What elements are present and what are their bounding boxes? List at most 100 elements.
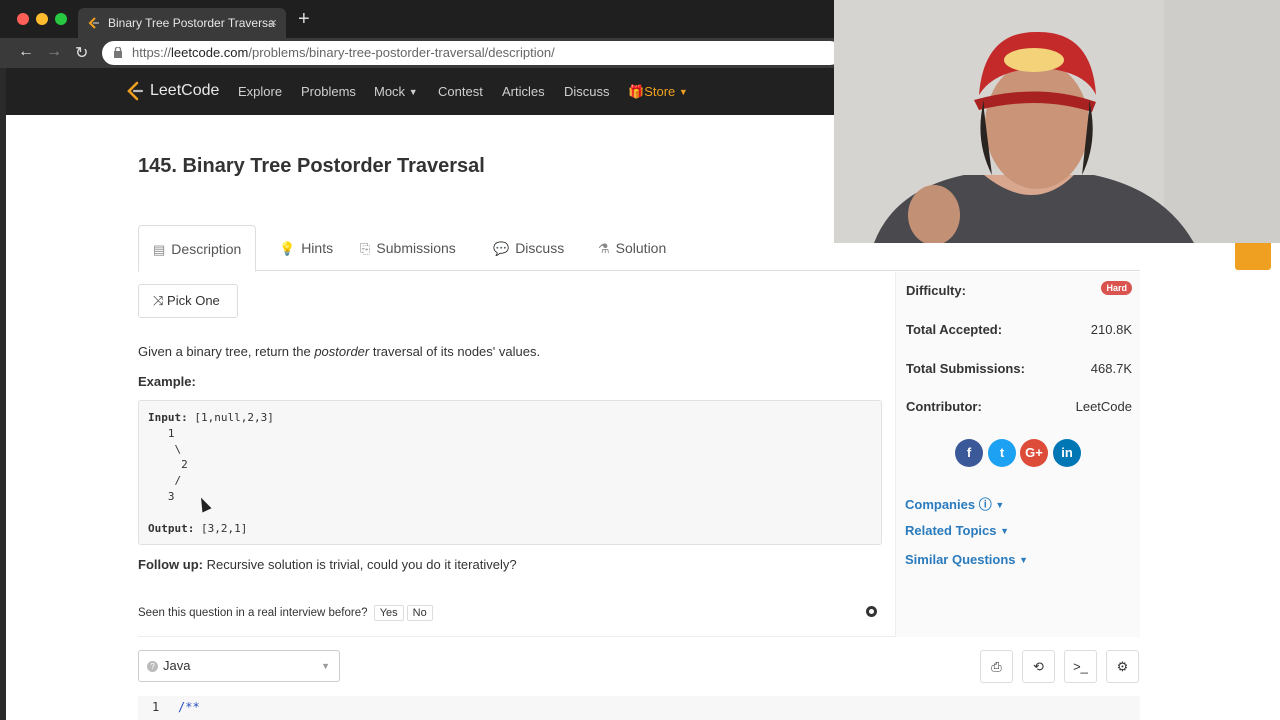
problem-description: Given a binary tree, return the postorde… — [138, 344, 540, 359]
accepted-value: 210.8K — [1090, 322, 1132, 337]
example-code-block: Input: [1,null,2,3] 1 \ 2 / 3 Output: [3… — [138, 400, 882, 545]
facebook-icon[interactable]: f — [955, 439, 983, 467]
tab-description[interactable]: ▤ Description — [138, 225, 257, 272]
language-select[interactable]: ? Java ▼ — [138, 650, 340, 682]
tab-description-label: Description — [171, 241, 242, 257]
pick-one-button[interactable]: ⤨ Pick One — [138, 284, 238, 318]
contributor-label: Contributor: — [906, 399, 982, 414]
companies-label: Companies — [905, 497, 976, 512]
tab-discuss-label: Discuss — [515, 240, 565, 256]
google-plus-icon[interactable]: G+ — [1020, 439, 1048, 467]
desc-em: postorder — [314, 344, 370, 359]
tab-submissions-label: Submissions — [376, 240, 456, 256]
gear-icon: ⚙ — [1116, 659, 1129, 674]
maximize-window-button[interactable] — [55, 13, 67, 25]
gift-icon: 🎁 — [628, 84, 645, 99]
linkedin-icon[interactable]: in — [1053, 439, 1081, 467]
webcam-overlay — [834, 0, 1280, 243]
twitter-icon[interactable]: t — [988, 439, 1016, 467]
code-editor[interactable]: 1 /** — [138, 696, 1140, 720]
submissions-label: Total Submissions: — [906, 361, 1025, 376]
caret-down-icon: ▼ — [1019, 555, 1029, 565]
question-icon: ? — [147, 661, 158, 672]
follow-up-text: Recursive solution is trivial, could you… — [202, 557, 517, 572]
nav-contest[interactable]: Contest — [438, 84, 483, 99]
contributor-value[interactable]: LeetCode — [1076, 399, 1132, 414]
language-value: Java — [163, 658, 191, 673]
no-button[interactable]: No — [406, 605, 433, 621]
code-line: /** — [178, 700, 200, 714]
input-value: [1,null,2,3] — [187, 411, 274, 424]
tree-diagram: 1 \ 2 / 3 — [167, 426, 188, 503]
yes-button[interactable]: Yes — [373, 605, 404, 621]
presenter-video-image — [834, 0, 1280, 243]
notes-button[interactable]: ⎙ — [980, 650, 1013, 683]
tab-hints[interactable]: 💡 Hints — [279, 225, 333, 271]
accepted-row: Total Accepted: 210.8K — [906, 322, 1132, 337]
record-icon[interactable] — [866, 606, 877, 617]
new-tab-button[interactable]: + — [298, 8, 310, 31]
output-label: Output: — [148, 521, 195, 535]
tab-hints-label: Hints — [301, 240, 334, 256]
related-topics-link[interactable]: Related Topics ▼ — [905, 523, 1009, 538]
close-window-button[interactable] — [17, 13, 29, 25]
nav-problems[interactable]: Problems — [301, 84, 356, 99]
back-arrow-icon[interactable]: ← — [18, 43, 34, 61]
shuffle-icon: ⤨ — [153, 293, 164, 308]
contributor-row: Contributor: LeetCode — [906, 399, 1132, 414]
chevron-down-icon: ▼ — [321, 661, 330, 671]
leetcode-logo[interactable]: LeetCode — [126, 81, 219, 101]
nav-store[interactable]: 🎁Store ▼ — [628, 84, 688, 100]
settings-button[interactable]: ⚙ — [1106, 650, 1139, 683]
difficulty-label: Difficulty: — [906, 283, 966, 298]
reset-button[interactable]: ⟲ — [1022, 650, 1055, 683]
lock-icon — [114, 47, 122, 58]
window-edge — [0, 68, 6, 720]
browser-tab-title: Binary Tree Postorder Traversa — [108, 16, 275, 30]
submissions-row: Total Submissions: 468.7K — [906, 361, 1132, 376]
tab-close-icon[interactable]: × — [269, 8, 277, 38]
url-host: leetcode.com — [171, 45, 249, 60]
tab-submissions[interactable]: ⎘ Submissions — [360, 225, 456, 271]
comments-icon: 💬 — [493, 241, 510, 256]
similar-questions-label: Similar Questions — [905, 552, 1016, 567]
example-heading: Example: — [138, 374, 196, 389]
interview-question-text: Seen this question in a real interview b… — [138, 607, 368, 619]
leetcode-favicon-icon — [88, 17, 99, 29]
url-path: /problems/binary-tree-postorder-traversa… — [248, 45, 555, 60]
tab-solution-label: Solution — [615, 240, 667, 256]
refresh-icon: ⟲ — [1033, 659, 1044, 674]
desc-after: traversal of its nodes' values. — [369, 344, 541, 359]
forward-arrow-icon[interactable]: → — [46, 43, 62, 61]
console-button[interactable]: >_ — [1064, 650, 1097, 683]
url-field[interactable]: https://leetcode.com/problems/binary-tre… — [102, 41, 842, 65]
nav-mock[interactable]: Mock ▼ — [374, 84, 418, 99]
output-value: [3,2,1] — [194, 521, 248, 535]
caret-down-icon: ▼ — [678, 87, 688, 97]
tab-solution[interactable]: ⚗ Solution — [598, 225, 666, 271]
reload-icon[interactable]: ↻ — [75, 43, 88, 63]
nav-articles[interactable]: Articles — [502, 84, 545, 99]
follow-up: Follow up: Recursive solution is trivial… — [138, 557, 517, 572]
similar-questions-link[interactable]: Similar Questions ▼ — [905, 552, 1028, 567]
nav-discuss[interactable]: Discuss — [564, 84, 610, 99]
feedback-tab[interactable] — [1235, 240, 1271, 270]
companies-link[interactable]: Companies ⓘ ▼ — [905, 494, 1004, 513]
difficulty-badge: Hard — [1101, 281, 1132, 295]
pick-one-label: Pick One — [167, 293, 220, 308]
minimize-window-button[interactable] — [36, 13, 48, 25]
file-icon: ⎙ — [991, 659, 1002, 674]
description-icon: ▤ — [153, 242, 166, 257]
interview-question: Seen this question in a real interview b… — [138, 605, 433, 621]
input-label: Input: — [148, 411, 188, 424]
tab-discuss[interactable]: 💬 Discuss — [493, 225, 564, 271]
code-file-icon: ⎘ — [360, 241, 371, 256]
browser-tab[interactable]: Binary Tree Postorder Traversa × — [78, 8, 286, 38]
difficulty-row: Difficulty: Hard — [906, 281, 1132, 298]
flask-icon: ⚗ — [598, 241, 610, 256]
nav-explore[interactable]: Explore — [238, 84, 282, 99]
follow-up-label: Follow up: — [138, 557, 203, 572]
desc-before: Given a binary tree, return the — [138, 344, 315, 359]
accepted-label: Total Accepted: — [906, 322, 1003, 337]
logo-text: LeetCode — [150, 82, 220, 99]
